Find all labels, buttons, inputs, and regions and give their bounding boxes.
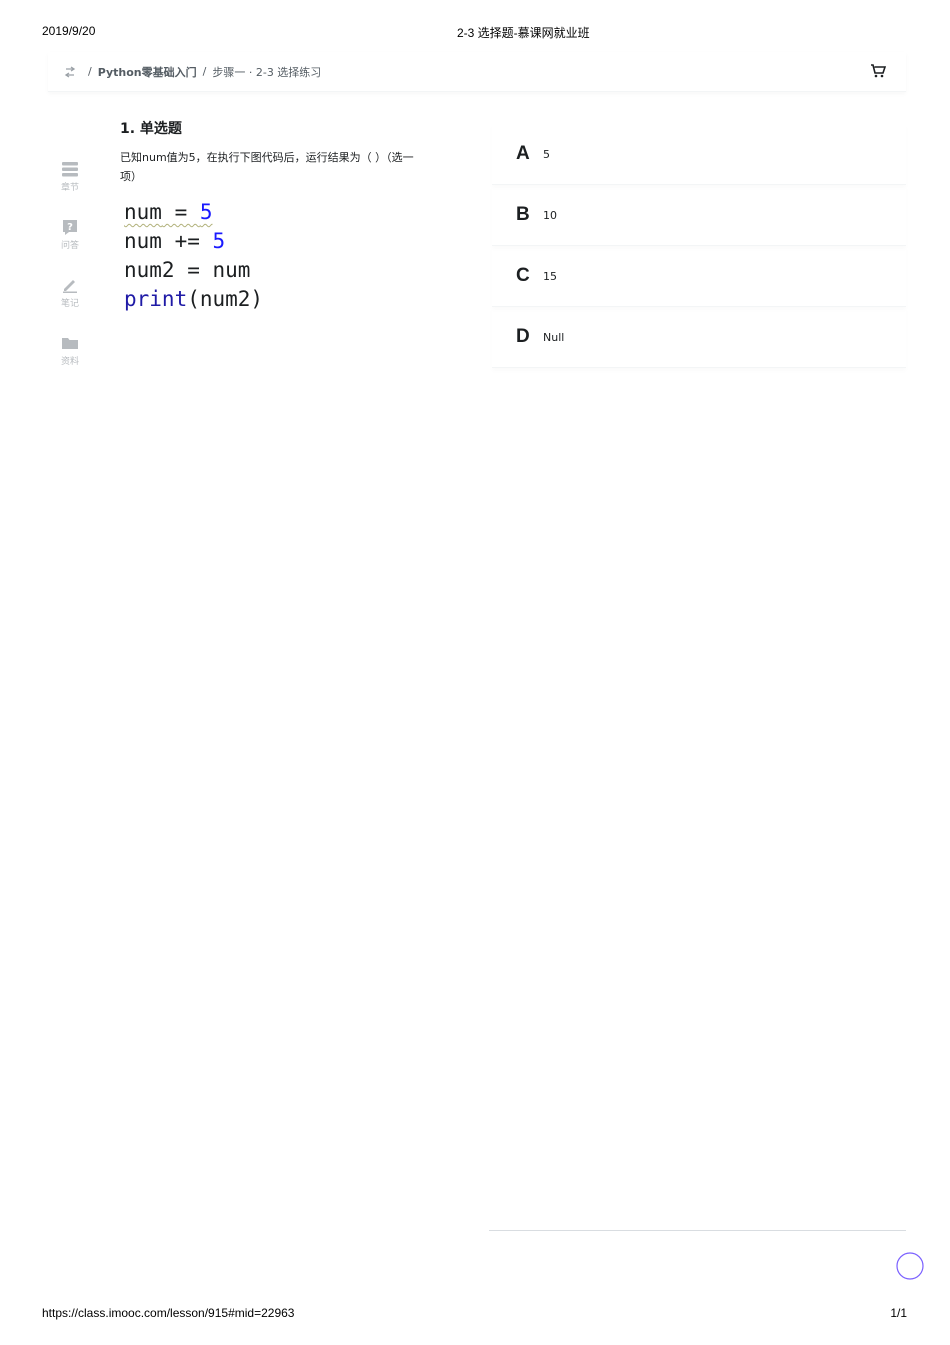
option-c[interactable]: C 15	[492, 246, 906, 307]
option-d[interactable]: D Null	[492, 307, 906, 368]
code-token: num =	[124, 200, 200, 224]
sidebar-item-materials[interactable]: 资料	[54, 334, 86, 392]
code-line: num2 = num	[124, 258, 251, 282]
footer-divider	[489, 1230, 906, 1231]
code-line: print(num2)	[124, 285, 263, 314]
code-line: num = 5	[124, 198, 263, 227]
option-text: 5	[543, 147, 550, 161]
sidebar-item-label: 笔记	[60, 299, 79, 309]
option-letter: A	[516, 143, 530, 164]
breadcrumb-separator: /	[202, 65, 207, 78]
options-list: A 5 B 10 C 15 D Null	[492, 124, 906, 368]
folder-icon	[62, 338, 78, 349]
sidebar-item-label: 资料	[60, 357, 79, 367]
option-text: 10	[543, 208, 557, 222]
sidebar: 章节 ? 问答 笔记 资料	[54, 160, 86, 392]
code-line: num += 5	[124, 227, 263, 256]
top-bar: / Python零基础入门 / 步骤一 · 2-3 选择练习	[48, 52, 906, 92]
sidebar-item-label: 章节	[60, 183, 79, 193]
code-token: (num2)	[187, 287, 264, 311]
swap-icon[interactable]	[62, 64, 78, 80]
option-a[interactable]: A 5	[492, 124, 906, 185]
option-text: 15	[543, 269, 557, 283]
chapters-icon	[62, 162, 78, 177]
question-panel: 1. 单选题 已知num值为5，在执行下图代码后，运行结果为（ ）（选一项）	[120, 118, 440, 186]
sidebar-item-notes[interactable]: 笔记	[54, 276, 86, 334]
sidebar-item-qa[interactable]: ? 问答	[54, 218, 86, 276]
question-icon: ?	[63, 220, 77, 235]
code-function: print	[124, 287, 188, 311]
question-text: 已知num值为5，在执行下图代码后，运行结果为（ ）（选一项）	[120, 151, 414, 183]
breadcrumb: / Python零基础入门 / 步骤一 · 2-3 选择练习	[82, 64, 321, 80]
sidebar-item-label: 问答	[60, 241, 79, 251]
cart-icon[interactable]	[870, 63, 887, 79]
pencil-icon	[63, 280, 77, 293]
option-b[interactable]: B 10	[492, 185, 906, 246]
option-letter: C	[516, 265, 530, 286]
svg-text:?: ?	[67, 222, 73, 233]
option-letter: D	[516, 326, 530, 347]
option-letter: B	[516, 204, 530, 225]
code-number: 5	[199, 200, 213, 224]
breadcrumb-separator: /	[88, 65, 92, 78]
submit-button[interactable]	[895, 1251, 925, 1281]
code-token: +=	[161, 229, 213, 253]
code-snippet: num = 5 num += 5 num2 = num print(num2)	[124, 198, 263, 314]
breadcrumb-course-link[interactable]: Python零基础入门	[98, 64, 197, 80]
breadcrumb-lesson: 步骤一 · 2-3 选择练习	[212, 65, 322, 79]
option-text: Null	[543, 330, 565, 344]
code-token: num	[124, 229, 162, 253]
sidebar-item-chapters[interactable]: 章节	[54, 160, 86, 218]
question-title: 1. 单选题	[120, 121, 182, 137]
print-page-number: 1/1	[890, 1306, 907, 1320]
print-url: https://class.imooc.com/lesson/915#mid=2…	[42, 1306, 295, 1320]
print-title: 2-3 选择题-慕课网就业班	[457, 26, 590, 40]
print-date: 2019/9/20	[42, 24, 96, 38]
code-number: 5	[212, 229, 226, 253]
